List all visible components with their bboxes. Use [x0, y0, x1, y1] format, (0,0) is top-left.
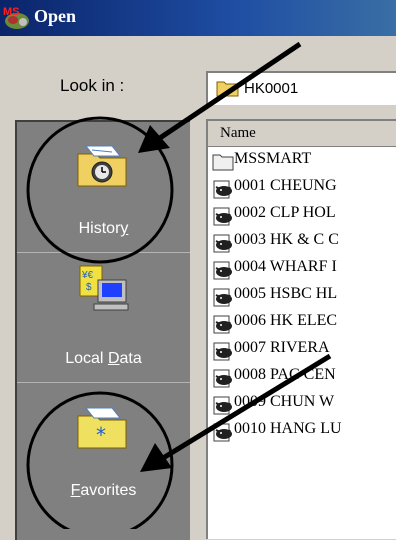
list-item[interactable]: 0002 CLP HOL	[208, 203, 396, 229]
bull-stock-icon	[213, 369, 232, 388]
list-item-name: 0006 HK ELEC	[234, 312, 338, 329]
file-list[interactable]: Name MSSMART 0001 CHEUNG 0002 CLP HOL 0003 …	[206, 119, 396, 539]
list-item-name: 0004 WHARF I	[234, 258, 337, 275]
list-item[interactable]: 0010 HANG LU	[208, 419, 396, 445]
list-item[interactable]: 0003 HK & C C	[208, 230, 396, 256]
folder-icon	[212, 154, 234, 171]
list-item[interactable]: MSSMART	[208, 149, 396, 175]
svg-text:¥€: ¥€	[81, 270, 94, 281]
place-favorites[interactable]: * Favorites	[17, 382, 190, 512]
place-history-label: History	[78, 220, 129, 237]
list-item-name: 0007 RIVERA	[234, 339, 330, 356]
list-item-name: 0008 PAC CEN	[234, 366, 336, 383]
local-data-icon: ¥€ $	[79, 265, 129, 311]
bull-stock-icon	[213, 342, 232, 361]
look-in-combo[interactable]: HK0001	[206, 71, 396, 105]
list-item-name: 0010 HANG LU	[234, 420, 342, 437]
bull-stock-icon	[213, 234, 232, 253]
list-item-name: 0009 CHUN W	[234, 393, 335, 410]
list-item[interactable]: 0008 PAC CEN	[208, 365, 396, 391]
bull-stock-icon	[213, 261, 232, 280]
favorites-icon: *	[77, 407, 127, 449]
list-item-name: 0003 HK & C C	[234, 231, 339, 248]
list-item-name: 0002 CLP HOL	[234, 204, 336, 221]
list-item-name: 0001 CHEUNG	[234, 177, 337, 194]
bull-stock-icon	[213, 288, 232, 307]
places-bar: History ¥€ $ Local Data * Favorites	[15, 120, 190, 540]
svg-text:*: *	[96, 423, 106, 447]
place-local-data[interactable]: ¥€ $ Local Data	[17, 252, 190, 383]
look-in-label: Look in :	[60, 76, 125, 95]
svg-text:MS: MS	[3, 6, 20, 18]
list-item[interactable]: 0001 CHEUNG	[208, 176, 396, 202]
history-icon	[77, 145, 127, 187]
folder-icon	[216, 81, 239, 97]
bull-stock-icon	[213, 315, 232, 334]
list-item[interactable]: 0009 CHUN W	[208, 392, 396, 418]
list-item[interactable]: 0007 RIVERA	[208, 338, 396, 364]
list-item[interactable]: 0006 HK ELEC	[208, 311, 396, 337]
bull-stock-icon	[213, 423, 232, 442]
place-local-data-label: Local Data	[65, 350, 142, 367]
column-header-name[interactable]: Name	[208, 121, 396, 147]
bull-stock-icon	[213, 207, 232, 226]
list-item-name: 0005 HSBC HL	[234, 285, 338, 302]
title-bar[interactable]: MS Open	[0, 0, 396, 36]
window-title: Open	[34, 6, 77, 26]
place-history[interactable]: History	[17, 122, 190, 253]
column-header-label: Name	[220, 125, 256, 141]
ms-logo-icon: MS	[3, 6, 29, 29]
svg-text:$: $	[86, 282, 92, 293]
list-item[interactable]: 0004 WHARF I	[208, 257, 396, 283]
bull-stock-icon	[213, 396, 232, 415]
look-in-value: HK0001	[244, 80, 299, 97]
place-favorites-label: Favorites	[70, 482, 137, 499]
list-item[interactable]: 0005 HSBC HL	[208, 284, 396, 310]
list-item-name: MSSMART	[234, 150, 312, 167]
bull-stock-icon	[213, 180, 232, 199]
